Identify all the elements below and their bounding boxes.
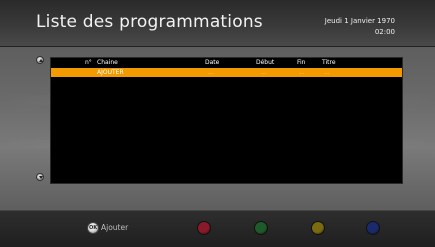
- column-header-num: n°: [85, 59, 92, 66]
- column-headers: n° Chaine Date Début Fin Titre: [51, 58, 402, 68]
- current-time: 02:00: [374, 28, 395, 36]
- recordings-list-panel: n° Chaine Date Début Fin Titre AJOUTER .…: [50, 57, 403, 184]
- row-start: ...: [261, 69, 267, 76]
- row-channel: AJOUTER: [97, 69, 124, 76]
- green-key-icon[interactable]: [254, 221, 268, 235]
- date-time-display: Jeudi 1 Janvier 1970 02:00: [325, 16, 395, 38]
- scroll-up-icon[interactable]: [36, 56, 44, 64]
- current-date: Jeudi 1 Janvier 1970: [324, 17, 395, 25]
- blue-key-icon[interactable]: [366, 221, 380, 235]
- column-header-start: Début: [256, 59, 275, 66]
- column-header-title: Titre: [322, 59, 336, 66]
- ok-action-label: Ajouter: [101, 223, 129, 232]
- tv-screen: Liste des programmations Jeudi 1 Janvier…: [0, 0, 435, 247]
- row-end: ...: [299, 69, 305, 76]
- row-date: ...: [208, 69, 214, 76]
- header-bar: Liste des programmations Jeudi 1 Janvier…: [0, 0, 435, 47]
- table-row-add[interactable]: AJOUTER ... ... ... ...: [51, 68, 402, 77]
- column-header-channel: Chaine: [97, 59, 118, 66]
- footer-bar: OK Ajouter: [0, 210, 435, 247]
- page-title: Liste des programmations: [36, 12, 263, 32]
- ok-button-icon[interactable]: OK: [87, 222, 99, 234]
- red-key-icon[interactable]: [197, 221, 211, 235]
- column-header-end: Fin: [297, 59, 306, 66]
- yellow-key-icon[interactable]: [311, 221, 325, 235]
- row-title: ...: [324, 69, 330, 76]
- scroll-down-icon[interactable]: [36, 173, 44, 181]
- column-header-date: Date: [205, 59, 220, 66]
